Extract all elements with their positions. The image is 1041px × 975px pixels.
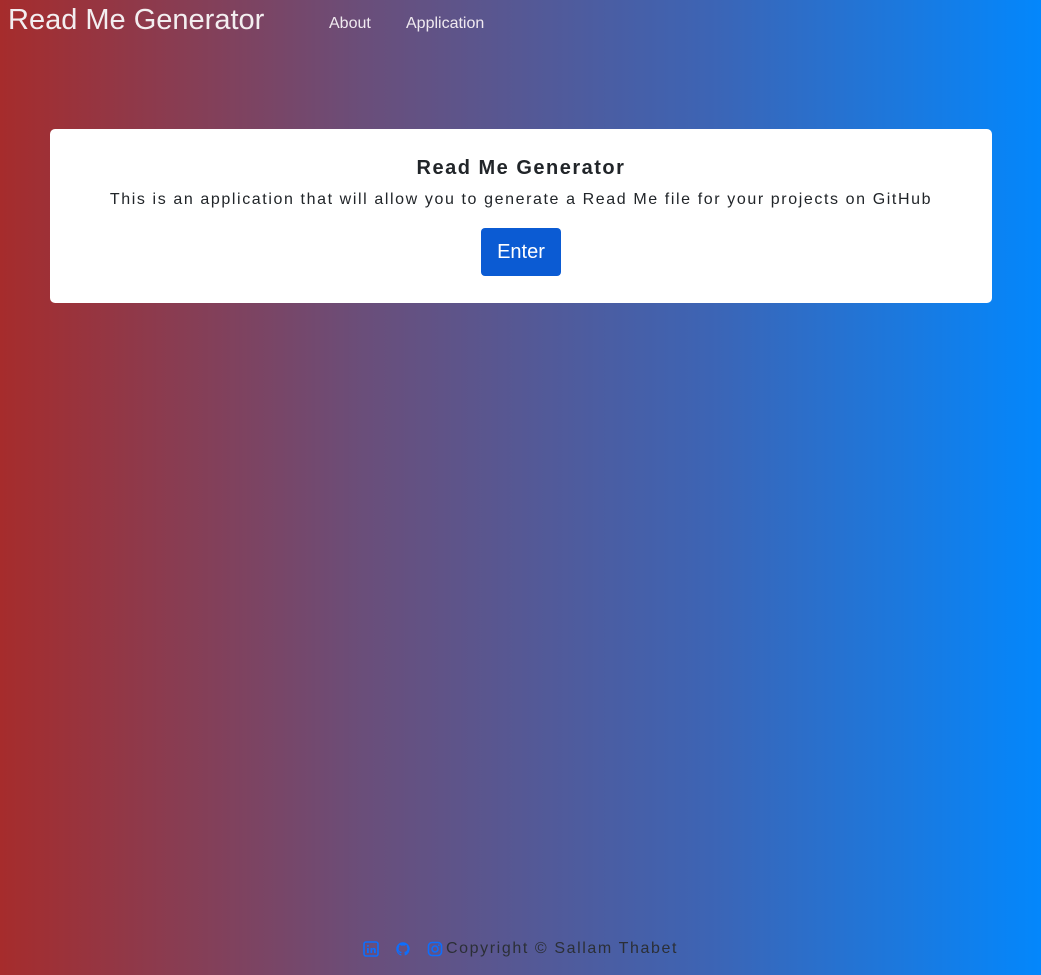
brand-link[interactable]: Read Me Generator: [8, 4, 264, 37]
card-title: Read Me Generator: [416, 157, 626, 179]
navbar: Read Me Generator About Application: [0, 0, 1041, 48]
nav-link-about[interactable]: About: [329, 15, 371, 33]
nav-link-application[interactable]: Application: [406, 15, 484, 33]
instagram-icon[interactable]: [427, 941, 443, 957]
enter-button[interactable]: Enter: [481, 228, 561, 276]
copyright-text: Copyright © Sallam Thabet: [445, 940, 679, 957]
footer: Copyright © Sallam Thabet: [0, 940, 1041, 966]
github-icon[interactable]: [395, 941, 411, 957]
card-description: This is an application that will allow y…: [109, 191, 933, 208]
intro-card: Read Me Generator This is an application…: [50, 129, 992, 303]
linkedin-icon[interactable]: [363, 941, 379, 957]
